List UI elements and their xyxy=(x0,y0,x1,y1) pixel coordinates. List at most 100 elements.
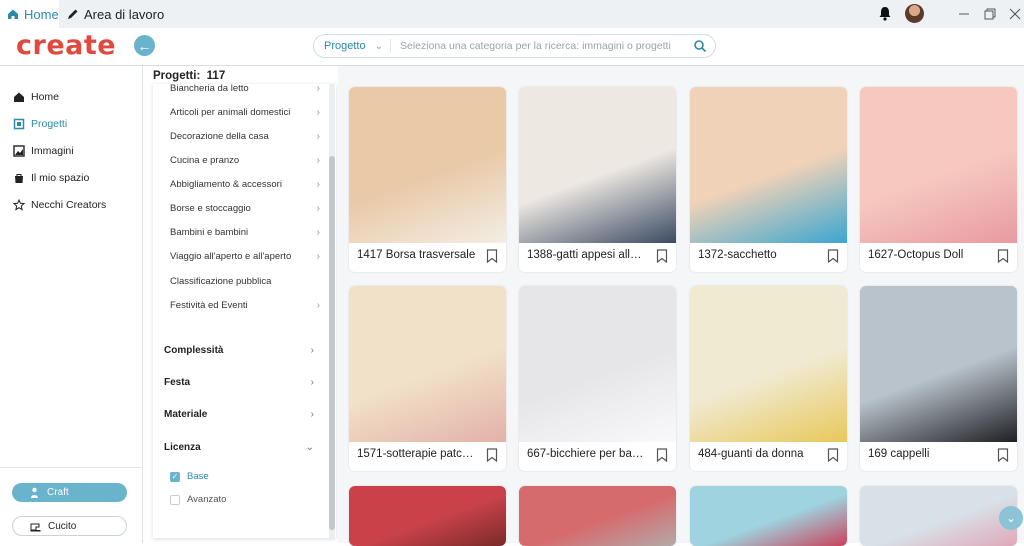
star-icon xyxy=(12,198,26,211)
project-title[interactable]: 1627-Octopus Doll xyxy=(868,249,988,261)
project-thumbnail[interactable] xyxy=(349,286,506,442)
chevron-right-icon: › xyxy=(310,377,314,388)
avatar[interactable] xyxy=(905,4,924,23)
filter-section-festa[interactable]: Festa › xyxy=(164,377,314,388)
cucito-button[interactable]: Cucito xyxy=(12,516,127,536)
project-thumbnail[interactable] xyxy=(349,87,506,243)
project-title[interactable]: 667-bicchiere per bambini xyxy=(527,448,647,460)
image-icon xyxy=(13,145,25,157)
project-card[interactable] xyxy=(860,486,1017,546)
filter-section-complessita[interactable]: Complessità › xyxy=(164,345,314,356)
project-thumbnail[interactable] xyxy=(519,486,676,546)
filter-category[interactable]: Viaggio all'aperto e all'aperto › xyxy=(170,251,320,262)
project-card[interactable]: 1372-sacchetto xyxy=(690,87,847,272)
project-card[interactable]: 1388-gatti appesi alla parete xyxy=(519,87,676,272)
project-card[interactable] xyxy=(519,486,676,546)
project-thumbnail[interactable] xyxy=(519,286,676,442)
project-thumbnail[interactable] xyxy=(349,486,506,546)
project-title[interactable]: 1571-sotterapie patchwork xyxy=(357,448,477,460)
project-card[interactable]: 169 cappelli xyxy=(860,286,1017,471)
project-card[interactable]: 484-guanti da donna xyxy=(690,286,847,471)
project-thumbnail[interactable] xyxy=(690,486,847,546)
bag-icon xyxy=(13,172,25,184)
project-card[interactable]: 667-bicchiere per bambini xyxy=(519,286,676,471)
chevron-right-icon: › xyxy=(310,409,314,420)
sidebar-item-progetti[interactable]: Progetti xyxy=(13,118,67,130)
project-title[interactable]: 1417 Borsa trasversale xyxy=(357,249,477,261)
filter-category[interactable]: Abbigliamento & accessori › xyxy=(170,179,320,190)
sidebar-item-il-mio-spazio[interactable]: Il mio spazio xyxy=(13,172,89,184)
filter-category-label: Cucina e pranzo xyxy=(170,155,240,166)
sidebar-item-label: Immagini xyxy=(31,145,74,157)
filter-category[interactable]: Decorazione della casa › xyxy=(170,131,320,142)
tab-home[interactable]: Home xyxy=(0,0,59,28)
bookmark-icon[interactable] xyxy=(656,249,668,264)
close-icon[interactable] xyxy=(1008,7,1022,21)
projects-icon xyxy=(13,118,25,130)
project-card[interactable]: 1417 Borsa trasversale xyxy=(349,87,506,272)
filter-panel: Biancheria da letto › Articoli per animal… xyxy=(153,84,336,538)
filter-category[interactable]: Classificazione pubblica xyxy=(170,276,320,287)
sidebar-item-necchi-creators[interactable]: Necchi Creators xyxy=(12,198,107,211)
scroll-down-button[interactable]: ⌄ xyxy=(999,506,1023,530)
project-title[interactable]: 169 cappelli xyxy=(868,448,988,460)
project-title[interactable]: 484-guanti da donna xyxy=(698,448,818,460)
sidebar-item-immagini[interactable]: Immagini xyxy=(13,145,74,157)
filter-section-materiale[interactable]: Materiale › xyxy=(164,409,314,420)
bookmark-icon[interactable] xyxy=(656,448,668,463)
search-bar[interactable]: Progetto ⌄ Seleziona una categoria per l… xyxy=(313,34,716,58)
chevron-right-icon: › xyxy=(316,155,320,166)
filter-category[interactable]: Borse e stoccaggio › xyxy=(170,203,320,214)
bookmark-icon[interactable] xyxy=(486,448,498,463)
search-category-select[interactable]: Progetto xyxy=(324,40,366,52)
craft-button[interactable]: Craft xyxy=(12,483,127,502)
tab-area-di-lavoro[interactable]: Area di lavoro xyxy=(66,0,164,28)
bookmark-icon[interactable] xyxy=(997,448,1009,463)
project-thumbnail[interactable] xyxy=(519,87,676,243)
license-checkbox-avanzato[interactable]: Avanzato xyxy=(170,494,226,505)
chevron-right-icon: › xyxy=(316,251,320,262)
sidebar-item-label: Necchi Creators xyxy=(31,199,107,211)
filter-category[interactable]: Biancheria da letto › xyxy=(170,84,320,94)
restore-icon[interactable] xyxy=(983,7,997,21)
project-thumbnail[interactable] xyxy=(860,87,1017,243)
project-card[interactable]: 1627-Octopus Doll xyxy=(860,87,1017,272)
project-card[interactable] xyxy=(349,486,506,546)
chevron-down-icon: ⌄ xyxy=(305,442,314,453)
project-thumbnail[interactable] xyxy=(690,87,847,243)
project-thumbnail[interactable] xyxy=(690,286,847,442)
project-title[interactable]: 1388-gatti appesi alla parete xyxy=(527,249,647,261)
filter-category-label: Abbigliamento & accessori xyxy=(170,179,282,190)
bell-icon[interactable] xyxy=(878,6,892,21)
project-title[interactable]: 1372-sacchetto xyxy=(698,249,818,261)
filter-category[interactable]: Festività ed Eventi › xyxy=(170,300,320,311)
back-button[interactable]: ← xyxy=(134,35,155,56)
project-card[interactable] xyxy=(690,486,847,546)
bookmark-icon[interactable] xyxy=(486,249,498,264)
license-option-label: Base xyxy=(187,471,209,482)
bookmark-icon[interactable] xyxy=(827,448,839,463)
search-icon[interactable] xyxy=(693,39,707,53)
bookmark-icon[interactable] xyxy=(997,249,1009,264)
sidebar-item-label: Progetti xyxy=(31,118,68,130)
arrow-left-icon: ← xyxy=(137,37,152,54)
filter-category[interactable]: Articoli per animali domestici › xyxy=(170,107,320,118)
bookmark-icon[interactable] xyxy=(827,249,839,264)
project-thumbnail[interactable] xyxy=(860,286,1017,442)
logo[interactable]: create xyxy=(16,30,116,61)
filter-category[interactable]: Bambini e bambini › xyxy=(170,227,320,238)
minimize-icon[interactable] xyxy=(957,7,971,21)
search-input[interactable]: Seleziona una categoria per la ricerca: … xyxy=(400,40,693,52)
project-thumbnail[interactable] xyxy=(860,486,1017,546)
filter-section-licenza[interactable]: Licenza ⌄ xyxy=(164,442,314,453)
filter-category[interactable]: Cucina e pranzo › xyxy=(170,155,320,166)
scrollbar-thumb[interactable] xyxy=(329,156,335,530)
chevron-down-icon: ⌄ xyxy=(1005,511,1017,525)
license-checkbox-base[interactable]: ✓ Base xyxy=(170,471,209,482)
header: create ← Progetto ⌄ Seleziona una catego… xyxy=(0,28,1024,66)
checkbox-checked-icon: ✓ xyxy=(170,471,180,482)
project-card[interactable]: 1571-sotterapie patchwork xyxy=(349,286,506,471)
chevron-right-icon: › xyxy=(310,345,314,356)
chevron-down-icon[interactable]: ⌄ xyxy=(375,41,383,52)
sidebar-item-home[interactable]: Home xyxy=(13,91,59,103)
